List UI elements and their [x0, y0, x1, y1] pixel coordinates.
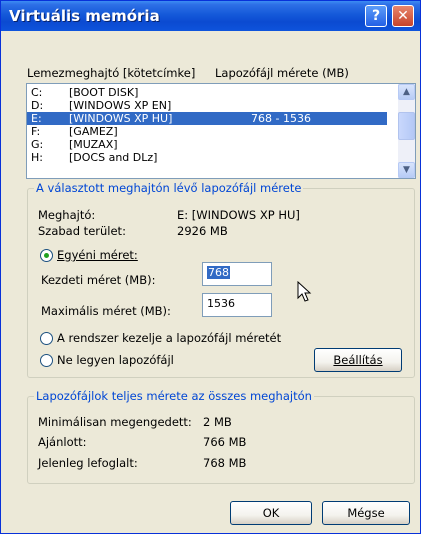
cancel-button[interactable]: Mégse	[322, 501, 410, 525]
scroll-up-icon[interactable]: ▲	[398, 84, 415, 100]
free-space-value: 2926 MB	[177, 224, 228, 238]
totals-legend: Lapozófájlok teljes mérete az összes meg…	[34, 389, 314, 403]
initial-size-input[interactable]: 768	[202, 262, 272, 286]
drive-list[interactable]: C: [BOOT DISK] D: [WINDOWS XP EN] E: [WINDO…	[26, 83, 416, 179]
drive-size: 768 - 1536	[251, 112, 311, 125]
help-icon[interactable]: ?	[365, 5, 387, 27]
set-button[interactable]: Beállítás	[314, 348, 402, 372]
selected-drive-legend: A választott meghajtón lévő lapozófájl m…	[34, 181, 304, 195]
drive-row-f[interactable]: F: [GAMEZ]	[27, 125, 387, 138]
scroll-thumb[interactable]	[398, 112, 415, 140]
no-pagefile-label[interactable]: Ne legyen lapozófájl	[57, 353, 174, 367]
recommended-value: 766 MB	[203, 435, 247, 449]
drive-label: [WINDOWS XP EN]	[69, 99, 172, 112]
drive-letter: E:	[31, 112, 42, 125]
drive-row-h[interactable]: H: [DOCS and DLz]	[27, 151, 387, 164]
recommended-label: Ajánlott:	[38, 435, 87, 449]
drive-row-c[interactable]: C: [BOOT DISK]	[27, 86, 387, 99]
drive-label-text: Meghajtó:	[38, 208, 96, 222]
drive-letter: D:	[31, 99, 44, 112]
drive-row-e[interactable]: E: [WINDOWS XP HU] 768 - 1536	[27, 112, 387, 125]
drive-letter: H:	[31, 151, 43, 164]
title-bar: Virtuális memória ? ✕	[1, 1, 420, 31]
max-size-label: Maximális méret (MB):	[41, 304, 171, 318]
system-managed-label[interactable]: A rendszer kezelje a lapozófájl méretét	[57, 331, 281, 345]
currently-allocated-value: 768 MB	[203, 456, 247, 470]
system-managed-radio[interactable]	[40, 332, 53, 345]
drive-letter: F:	[31, 125, 41, 138]
custom-size-radio[interactable]	[40, 249, 53, 262]
list-header-size: Lapozófájl mérete (MB)	[215, 66, 349, 80]
drive-letter: C:	[31, 86, 43, 99]
custom-size-label[interactable]: Egyéni méret:	[57, 248, 138, 262]
min-allowed-value: 2 MB	[203, 415, 232, 429]
free-space-label: Szabad terület:	[38, 224, 126, 238]
drive-label: [BOOT DISK]	[69, 86, 139, 99]
list-header-drive: Lemezmeghajtó [kötetcímke]	[27, 66, 196, 80]
drive-value: E: [WINDOWS XP HU]	[177, 208, 300, 222]
drive-label: [MUZAX]	[69, 138, 118, 151]
currently-allocated-label: Jelenleg lefoglalt:	[38, 456, 138, 470]
mouse-cursor-icon	[297, 281, 312, 302]
max-size-input[interactable]: 1536	[202, 293, 272, 317]
virtual-memory-dialog: Virtuális memória ? ✕ Lemezmeghajtó [köt…	[0, 0, 421, 534]
drive-label: [WINDOWS XP HU]	[69, 112, 173, 125]
drive-letter: G:	[31, 138, 44, 151]
drive-label: [DOCS and DLz]	[69, 151, 158, 164]
window-title: Virtuális memória	[9, 7, 160, 25]
list-scrollbar[interactable]: ▲ ▼	[398, 84, 415, 178]
drive-row-d[interactable]: D: [WINDOWS XP EN]	[27, 99, 387, 112]
ok-button[interactable]: OK	[230, 501, 312, 525]
initial-size-value: 768	[207, 266, 230, 279]
close-icon[interactable]: ✕	[392, 5, 414, 27]
drive-row-g[interactable]: G: [MUZAX]	[27, 138, 387, 151]
max-size-value: 1536	[207, 297, 235, 310]
no-pagefile-radio[interactable]	[40, 354, 53, 367]
scroll-down-icon[interactable]: ▼	[398, 162, 415, 178]
drive-label: [GAMEZ]	[69, 125, 118, 138]
initial-size-label: Kezdeti méret (MB):	[41, 273, 156, 287]
min-allowed-label: Minimálisan megengedett:	[38, 415, 192, 429]
